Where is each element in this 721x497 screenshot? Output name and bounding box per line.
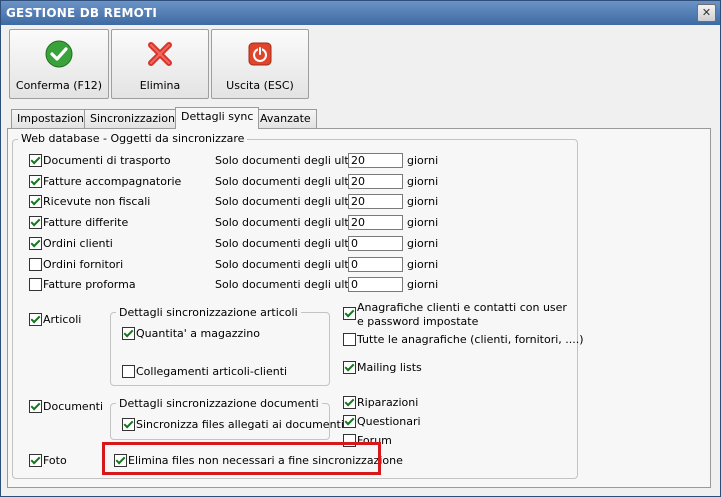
highlight-box	[102, 442, 381, 475]
doc-row-days-input[interactable]	[348, 257, 403, 272]
exit-label: Uscita (ESC)	[226, 79, 294, 92]
doc-row-suffix: giorni	[407, 258, 439, 271]
mailing-lists-checkbox[interactable]	[343, 361, 356, 374]
doc-row-label: Ordini fornitori	[43, 258, 124, 271]
doc-row-days-input[interactable]	[348, 153, 403, 168]
doc-row-prefix: Solo documenti degli ultimi	[215, 237, 366, 250]
doc-row-suffix: giorni	[407, 154, 439, 167]
doc-row-checkbox[interactable]	[29, 154, 42, 167]
doc-row-prefix: Solo documenti degli ultimi	[215, 216, 366, 229]
close-button[interactable]: ✕	[697, 4, 716, 22]
doc-row-suffix: giorni	[407, 175, 439, 188]
close-icon: ✕	[701, 6, 712, 19]
quantita-magazzino-label: Quantita' a magazzino	[136, 327, 261, 340]
questionari-label: Questionari	[357, 415, 421, 428]
documenti-label: Documenti	[43, 400, 104, 413]
delete-button[interactable]: Elimina	[111, 29, 209, 99]
doc-row-label: Fatture differite	[43, 216, 129, 229]
tab-impostazioni[interactable]: Impostazioni	[11, 109, 94, 128]
documenti-checkbox[interactable]	[29, 400, 42, 413]
doc-row-checkbox[interactable]	[29, 258, 42, 271]
power-icon	[248, 42, 272, 66]
doc-row-prefix: Solo documenti degli ultimi	[215, 195, 366, 208]
articoli-checkbox[interactable]	[29, 313, 42, 326]
doc-row-label: Documenti di trasporto	[43, 154, 171, 167]
doc-row-prefix: Solo documenti degli ultimi	[215, 278, 366, 291]
sincronizza-allegati-checkbox[interactable]	[122, 418, 135, 431]
doc-row-days-input[interactable]	[348, 194, 403, 209]
doc-row-checkbox[interactable]	[29, 195, 42, 208]
tab-avanzate[interactable]: Avanzate	[254, 109, 317, 128]
foto-checkbox[interactable]	[29, 454, 42, 467]
doc-row-label: Ordini clienti	[43, 237, 113, 250]
articoli-label: Articoli	[43, 313, 82, 326]
tutte-anagrafiche-checkbox[interactable]	[343, 333, 356, 346]
doc-row-prefix: Solo documenti degli ultimi	[215, 258, 366, 271]
riparazioni-label: Riparazioni	[357, 396, 419, 409]
collegamenti-articoli-clienti-label: Collegamenti articoli-clienti	[136, 365, 288, 378]
doc-row-suffix: giorni	[407, 195, 439, 208]
tutte-anagrafiche-label: Tutte le anagrafiche (clienti, fornitori…	[357, 333, 584, 346]
doc-row-label: Ricevute non fiscali	[43, 195, 151, 208]
delete-label: Elimina	[139, 79, 181, 92]
doc-row-prefix: Solo documenti degli ultimi	[215, 154, 366, 167]
mailing-lists-label: Mailing lists	[357, 361, 422, 374]
checkmark-icon	[45, 40, 73, 68]
doc-row-checkbox[interactable]	[29, 216, 42, 229]
doc-row-checkbox[interactable]	[29, 175, 42, 188]
web-database-group-title: Web database - Oggetti da sincronizzare	[18, 132, 248, 145]
dettagli-sync-panel: Web database - Oggetti da sincronizzare …	[7, 128, 711, 488]
doc-row-days-input[interactable]	[348, 277, 403, 292]
anagrafiche-clienti-label: Anagrafiche clienti e contatti con user …	[357, 301, 567, 328]
confirm-label: Conferma (F12)	[15, 79, 103, 92]
x-icon	[148, 42, 172, 66]
doc-row-label: Fatture accompagnatorie	[43, 175, 182, 188]
tab-sincronizzazione[interactable]: Sincronizzazione	[84, 109, 188, 128]
anagrafiche-clienti-checkbox[interactable]	[343, 307, 356, 320]
tab-dettagli-sync[interactable]: Dettagli sync	[175, 107, 260, 129]
sincronizza-allegati-label: Sincronizza files allegati ai documenti	[136, 418, 344, 431]
doc-row-checkbox[interactable]	[29, 278, 42, 291]
collegamenti-articoli-clienti-checkbox[interactable]	[122, 365, 135, 378]
questionari-checkbox[interactable]	[343, 415, 356, 428]
window-title: GESTIONE DB REMOTI	[6, 6, 158, 20]
documenti-details-title: Dettagli sincronizzazione documenti	[116, 397, 322, 410]
riparazioni-checkbox[interactable]	[343, 396, 356, 409]
doc-row-days-input[interactable]	[348, 236, 403, 251]
doc-row-days-input[interactable]	[348, 215, 403, 230]
articoli-details-title: Dettagli sincronizzazione articoli	[116, 306, 301, 319]
doc-row-suffix: giorni	[407, 237, 439, 250]
doc-row-suffix: giorni	[407, 216, 439, 229]
doc-row-days-input[interactable]	[348, 174, 403, 189]
exit-button[interactable]: Uscita (ESC)	[211, 29, 309, 99]
foto-label: Foto	[43, 454, 67, 467]
confirm-button[interactable]: Conferma (F12)	[9, 29, 109, 99]
doc-row-label: Fatture proforma	[43, 278, 136, 291]
quantita-magazzino-checkbox[interactable]	[122, 327, 135, 340]
gestione-db-remoti-window: GESTIONE DB REMOTI ✕ Conferma (F12) Elim…	[0, 0, 721, 497]
title-bar[interactable]: GESTIONE DB REMOTI ✕	[1, 1, 720, 25]
doc-row-checkbox[interactable]	[29, 237, 42, 250]
doc-row-prefix: Solo documenti degli ultimi	[215, 175, 366, 188]
doc-row-suffix: giorni	[407, 278, 439, 291]
